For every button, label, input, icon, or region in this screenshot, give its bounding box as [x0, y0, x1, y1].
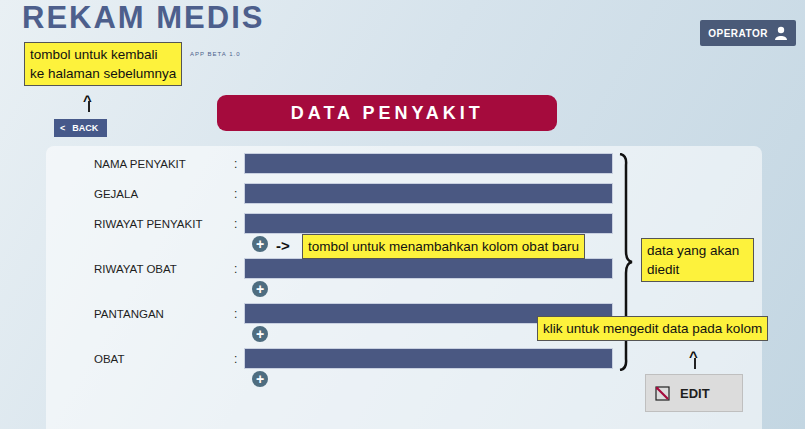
field-separator: :: [234, 157, 244, 171]
operator-label: OPERATOR: [708, 28, 768, 39]
add-button[interactable]: +: [252, 326, 268, 342]
annotation-line: ke halaman sebelumnya: [30, 64, 176, 83]
field-separator: :: [234, 217, 244, 231]
edit-button[interactable]: EDIT: [645, 374, 743, 412]
field-separator: :: [234, 352, 244, 366]
field-separator: :: [234, 262, 244, 276]
back-icon: <: [60, 123, 65, 133]
operator-button[interactable]: OPERATOR: [700, 20, 796, 46]
form-row: NAMA PENYAKIT:: [94, 153, 613, 174]
form-row: RIWAYAT OBAT: +: [94, 258, 613, 297]
edit-arrow-line: [694, 358, 696, 369]
add-annotation: tombol untuk menambahkan kolom obat baru: [302, 234, 585, 259]
form-row: PANTANGAN: +: [94, 303, 613, 342]
back-button[interactable]: < BACK: [54, 119, 107, 137]
field-input[interactable]: [244, 348, 613, 369]
annotation-text: klik untuk mengedit data pada kolom: [543, 321, 762, 336]
field-label: OBAT: [94, 353, 234, 365]
back-label: BACK: [72, 123, 98, 133]
add-button[interactable]: +: [252, 281, 268, 297]
annotation-line: data yang akan: [647, 241, 748, 260]
add-button[interactable]: +: [252, 371, 268, 387]
edit-label: EDIT: [680, 386, 710, 401]
field-separator: :: [234, 187, 244, 201]
field-input[interactable]: [244, 213, 613, 234]
field-label: RIWAYAT OBAT: [94, 263, 234, 275]
field-label: PANTANGAN: [94, 308, 234, 320]
title-row: < BACK DATA PENYAKIT: [0, 95, 805, 146]
side-column: EDIT: [645, 153, 743, 429]
annotation-line: diedit: [647, 260, 748, 279]
data-annotation: data yang akandiedit: [641, 238, 754, 282]
annotation-text: tombol untuk menambahkan kolom obat baru: [308, 239, 579, 254]
app-title: REKAM MEDIS: [22, 1, 264, 35]
field-label: GEJALA: [94, 188, 234, 200]
user-icon: [774, 26, 788, 40]
back-arrow-line: [88, 101, 90, 112]
field-input[interactable]: [244, 183, 613, 204]
page-title-banner: DATA PENYAKIT: [217, 95, 557, 131]
field-input[interactable]: [244, 153, 613, 174]
form-row: OBAT: +: [94, 348, 613, 387]
app-version: APP BETA 1.0: [190, 51, 264, 57]
disease-form: NAMA PENYAKIT:GEJALA:RIWAYAT PENYAKIT:+R…: [94, 153, 613, 429]
edit-annotation: klik untuk mengedit data pada kolom: [537, 316, 768, 341]
back-annotation: tombol untuk kembalike halaman sebelumny…: [24, 42, 182, 86]
annotation-line: tombol untuk kembali: [30, 45, 176, 64]
field-label: RIWAYAT PENYAKIT: [94, 218, 234, 230]
form-panel: NAMA PENYAKIT:GEJALA:RIWAYAT PENYAKIT:+R…: [46, 146, 762, 429]
add-arrow: ->: [276, 238, 290, 253]
edit-icon: [654, 384, 672, 402]
add-button[interactable]: +: [252, 236, 268, 252]
field-label: NAMA PENYAKIT: [94, 158, 234, 170]
page-title: DATA PENYAKIT: [291, 103, 484, 124]
field-input[interactable]: [244, 258, 613, 279]
form-row: GEJALA:: [94, 183, 613, 204]
field-separator: :: [234, 307, 244, 321]
